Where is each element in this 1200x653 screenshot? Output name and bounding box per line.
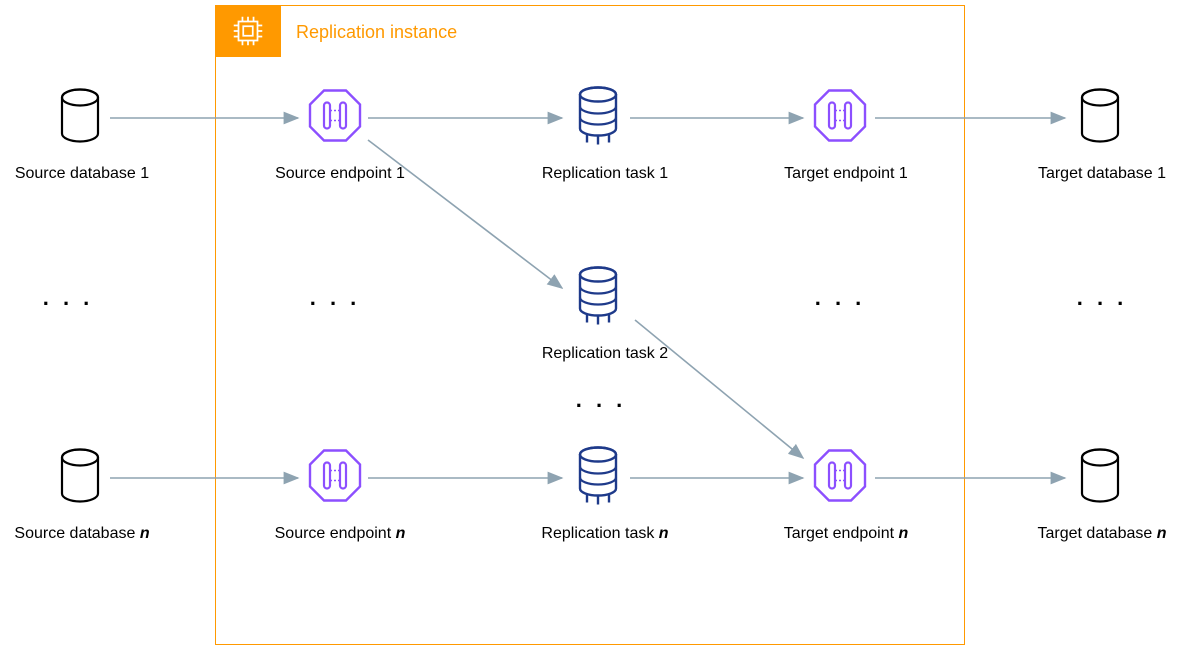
database-icon [55,88,105,149]
chip-icon [229,12,267,50]
label-italic: n [898,525,908,542]
label-italic: n [1157,525,1167,542]
endpoint-icon [306,447,364,510]
database-icon [1075,448,1125,509]
replication-task-icon [573,445,623,512]
replication-task-n-label: Replication task n [541,525,668,543]
source-database-n-label: Source database n [14,525,149,543]
ellipsis: . . . [43,285,94,311]
endpoint-icon [811,447,869,510]
label-text: Target database [1038,525,1157,542]
container-title: Replication instance [296,22,457,43]
replication-task-1-label: Replication task 1 [542,165,668,183]
target-endpoint-1-label: Target endpoint 1 [784,165,908,183]
label-text: Replication task [541,525,658,542]
source-endpoint-1-label: Source endpoint 1 [275,165,405,183]
label-text: Source endpoint [275,525,396,542]
replication-task-icon [573,85,623,152]
ellipsis: . . . [815,285,866,311]
ellipsis: . . . [1077,285,1128,311]
source-endpoint-n-label: Source endpoint n [275,525,406,543]
target-endpoint-n-label: Target endpoint n [784,525,909,543]
endpoint-icon [811,87,869,150]
source-database-1-label: Source database 1 [15,165,149,183]
replication-task-2-label: Replication task 2 [542,345,668,363]
label-italic: n [396,525,406,542]
database-icon [55,448,105,509]
label-italic: n [140,525,150,542]
endpoint-icon [306,87,364,150]
replication-task-icon [573,265,623,332]
chip-icon-tab [215,5,281,57]
label-text: Source database [14,525,139,542]
ellipsis: . . . [310,285,361,311]
target-database-1-label: Target database 1 [1038,165,1166,183]
database-icon [1075,88,1125,149]
label-text: Target endpoint [784,525,899,542]
ellipsis: . . . [576,387,627,413]
label-italic: n [659,525,669,542]
target-database-n-label: Target database n [1038,525,1167,543]
